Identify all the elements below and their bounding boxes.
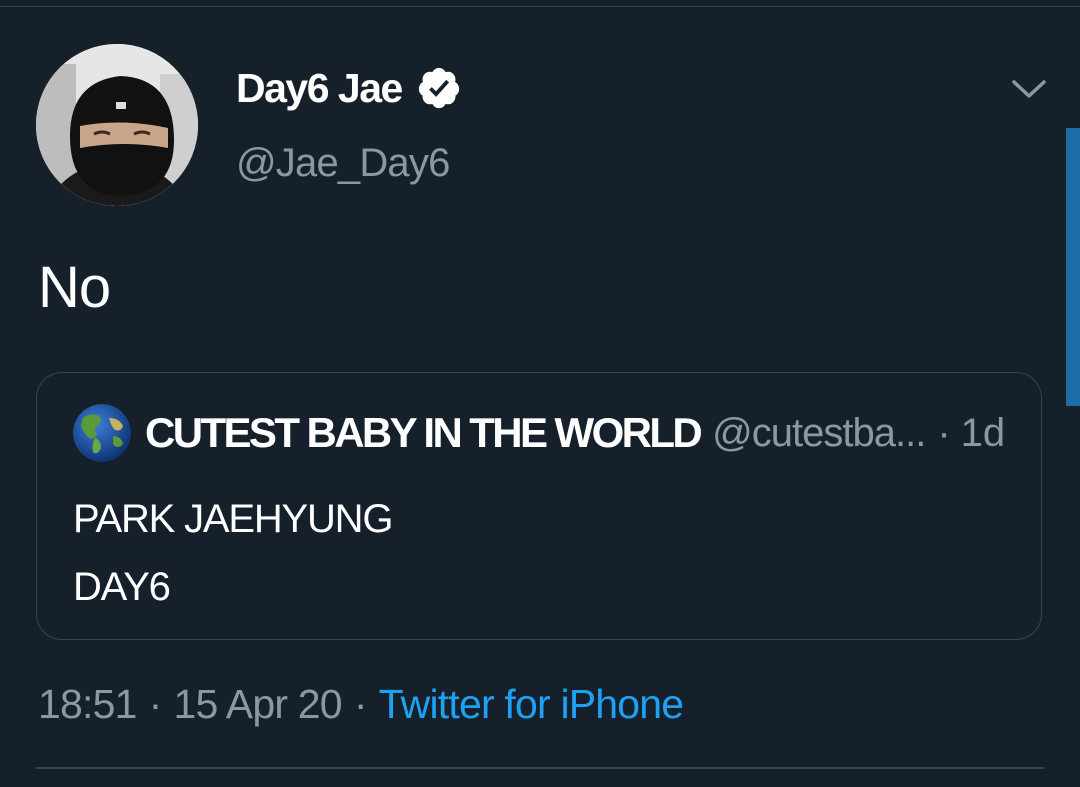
quoted-timestamp: 1d	[960, 411, 1006, 455]
author-name: Day6 Jae	[236, 65, 403, 111]
author-name-row[interactable]: Day6 Jae	[236, 62, 462, 114]
quoted-text-line-2: DAY6	[73, 565, 171, 609]
meta-separator-1: ·	[148, 681, 163, 727]
quoted-author-handle: @cutestba...	[712, 411, 926, 455]
author-avatar[interactable]	[36, 44, 198, 206]
scrollbar-thumb[interactable]	[1066, 128, 1080, 406]
globe-icon	[73, 404, 131, 462]
tweet-text: No	[38, 255, 111, 320]
tweet-source-link[interactable]: Twitter for iPhone	[379, 681, 684, 727]
quoted-tweet-card[interactable]: CUTEST BABY IN THE WORLD @cutestba... · …	[36, 372, 1042, 640]
avatar-photo	[36, 44, 198, 206]
quoted-separator: ·	[937, 411, 951, 455]
tweet-meta: 18:51 · 15 Apr 20 · Twitter for iPhone	[38, 676, 684, 732]
author-handle[interactable]: @Jae_Day6	[236, 138, 450, 188]
tweet-date[interactable]: 15 Apr 20	[173, 681, 342, 727]
bottom-divider	[36, 767, 1044, 769]
tweet-time[interactable]: 18:51	[38, 681, 137, 727]
top-divider	[0, 6, 1080, 7]
quoted-tweet-header: CUTEST BABY IN THE WORLD @cutestba... · …	[73, 403, 1005, 463]
verified-badge-icon	[416, 65, 462, 111]
chevron-down-icon[interactable]	[1006, 68, 1052, 108]
quoted-author-name: CUTEST BABY IN THE WORLD	[145, 409, 703, 456]
meta-separator-2: ·	[353, 681, 368, 727]
quoted-text-line-1: PARK JAEHYUNG	[73, 497, 393, 541]
